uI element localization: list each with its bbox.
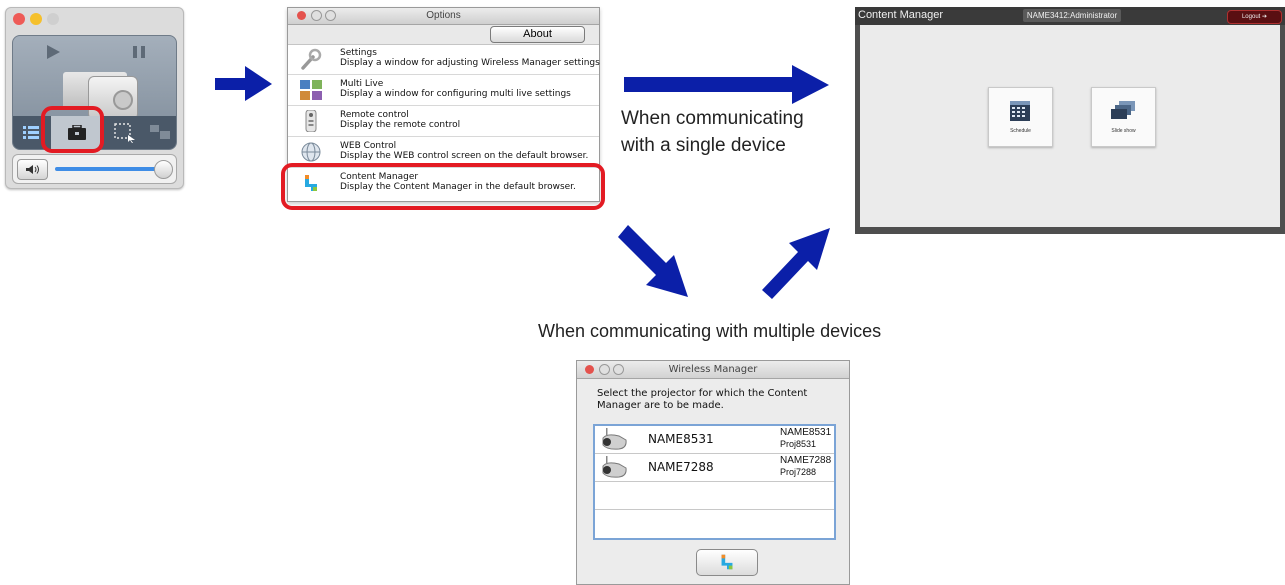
slideshow-card[interactable]: Slide show [1091,87,1156,147]
options-titlebar: Options [288,8,599,25]
option-desc: Display the remote control [340,120,461,130]
slides-icon [1111,101,1135,119]
option-multi-live[interactable]: Multi Live Display a window for configur… [288,75,599,106]
close-dot-icon[interactable] [297,11,306,20]
wrench-icon [301,48,322,70]
option-title: WEB Control [340,141,397,151]
zoom-dot-icon[interactable] [613,364,624,375]
device-proj: Proj8531 [780,439,817,449]
projector-icon [602,428,627,450]
option-title: Remote control [340,110,409,120]
device-name: NAME8531 [648,432,714,446]
option-desc: Display a window for adjusting Wireless … [340,58,600,68]
selection-icon[interactable] [114,123,136,143]
slideshow-label: Slide show [1111,128,1136,134]
content-manager-header: Content Manager NAME3412:Administrator L… [855,7,1285,25]
minimize-dot-icon[interactable] [599,364,610,375]
volume-track[interactable] [55,167,165,171]
caption-single-line1: When communicating [621,108,804,129]
multi-screen-icon[interactable] [149,124,171,140]
wireless-manager-dialog: Wireless Manager Select the projector fo… [576,360,850,585]
projector-list: NAME8531 NAME8531 Proj8531 NAME7288 NAME… [593,424,836,540]
logout-icon: ➔ [1262,14,1268,20]
about-bar: About [288,25,599,45]
dialog-title: Wireless Manager [668,364,758,375]
device-row[interactable]: NAME8531 NAME8531 Proj8531 [595,426,834,454]
zoom-dot-icon[interactable] [325,10,336,21]
schedule-card[interactable]: Schedule [988,87,1053,147]
content-manager-highlight [281,163,605,210]
device-proj: Proj7288 [780,467,817,477]
option-desc: Display the WEB control screen on the de… [340,151,589,161]
multi-live-icon [300,80,322,100]
logout-button[interactable]: Logout ➔ [1227,10,1282,24]
content-manager-icon [721,554,733,570]
option-title: Settings [340,48,377,58]
calendar-icon [1010,101,1030,121]
app-title: Content Manager [858,9,943,21]
globe-icon [301,142,321,162]
about-button[interactable]: About [490,26,585,43]
schedule-label: Schedule [1010,128,1031,134]
wireless-manager-panel [5,7,184,189]
user-badge: NAME3412:Administrator [1023,9,1121,22]
arrow-down-right [618,225,688,297]
option-title: Multi Live [340,79,384,89]
dialog-titlebar: Wireless Manager [577,361,849,379]
minimize-dot-icon[interactable] [30,13,42,25]
projector-icon [602,456,627,478]
empty-row [595,510,834,537]
empty-row [595,482,834,510]
arrow-right-1 [215,66,272,101]
volume-button[interactable] [17,159,48,180]
options-highlight [41,106,104,153]
volume-control [12,154,177,184]
volume-slider-handle[interactable] [154,160,173,179]
speaker-icon [26,165,39,174]
minimize-dot-icon[interactable] [311,10,322,21]
dialog-prompt: Select the projector for which the Conte… [597,388,808,411]
pause-icon[interactable] [131,45,147,59]
option-settings[interactable]: Settings Display a window for adjusting … [288,44,600,75]
remote-control-icon [305,110,317,132]
option-remote-control[interactable]: Remote control Display the remote contro… [288,106,599,137]
device-id: NAME8531 [780,427,832,438]
device-row[interactable]: NAME7288 NAME7288 Proj7288 [595,454,834,482]
list-icon[interactable] [23,125,39,139]
option-desc: Display a window for configuring multi l… [340,89,571,99]
logout-label: Logout [1241,14,1261,20]
content-manager-window: Content Manager NAME3412:Administrator L… [855,7,1285,234]
arrow-right-2 [624,65,829,104]
caption-multiple: When communicating with multiple devices [538,321,882,341]
device-name: NAME7288 [648,460,714,474]
close-dot-icon[interactable] [585,365,594,374]
content-manager-body: Schedule Slide show [860,25,1280,227]
options-title: Options [426,10,461,21]
content-manager-button[interactable] [696,549,758,576]
play-icon[interactable] [45,44,61,60]
arrow-up-right [762,228,830,299]
device-id: NAME7288 [780,455,832,466]
caption-single-line2: with a single device [621,135,786,156]
close-dot-icon[interactable] [13,13,25,25]
zoom-dot-icon[interactable] [47,13,59,25]
